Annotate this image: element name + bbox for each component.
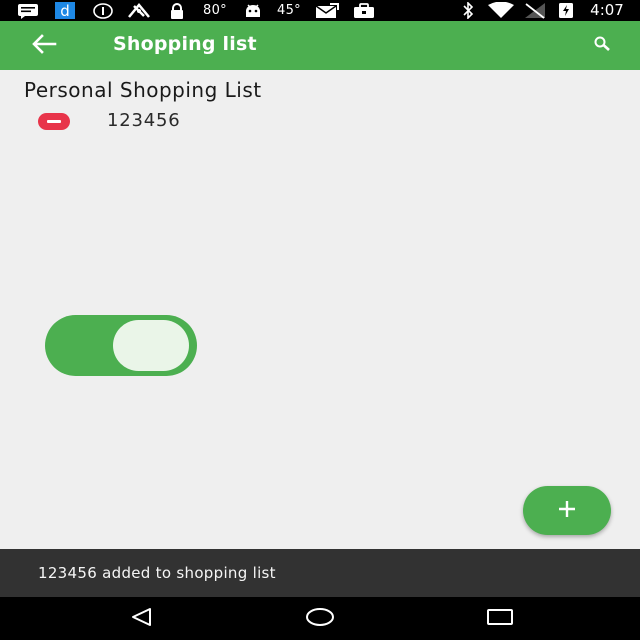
screen: d 80° 45° 4:07 Shopping list Personal Sh… <box>0 0 640 640</box>
navigation-bar <box>0 597 640 640</box>
clock: 4:07 <box>590 0 624 19</box>
bluetooth-icon <box>458 2 478 19</box>
message-icon <box>16 2 40 19</box>
home-circle-icon <box>304 606 336 632</box>
snackbar-message: 123456 added to shopping list <box>38 564 276 582</box>
lock-icon <box>168 2 186 19</box>
temperature-1: 80° <box>203 3 227 18</box>
battery-charging-icon <box>556 2 576 19</box>
toggle-switch[interactable] <box>45 315 197 376</box>
nav-recents-button[interactable] <box>480 605 520 633</box>
remove-button[interactable] <box>38 113 70 130</box>
briefcase-icon <box>352 2 376 19</box>
info-icon <box>92 2 114 19</box>
list-item[interactable]: 123456 <box>36 108 436 136</box>
app-title: Shopping list <box>113 33 257 55</box>
d-app-icon: d <box>54 2 76 19</box>
app-bar: Shopping list <box>0 21 640 70</box>
list-title: Personal Shopping List <box>24 78 262 102</box>
mail-icon <box>314 2 340 19</box>
list-item-label: 123456 <box>107 110 181 131</box>
temperature-2: 45° <box>277 3 301 18</box>
nav-back-button[interactable] <box>121 605 161 633</box>
add-item-button[interactable] <box>523 486 611 535</box>
back-button[interactable] <box>24 29 64 63</box>
wifi-icon <box>486 2 516 19</box>
status-bar: d 80° 45° 4:07 <box>0 0 640 21</box>
plus-icon <box>556 498 578 524</box>
search-button[interactable] <box>585 31 619 61</box>
back-triangle-icon <box>128 606 154 632</box>
toggle-knob <box>113 320 189 371</box>
android-icon <box>242 2 264 19</box>
arrow-back-icon <box>31 34 57 58</box>
nav-home-button[interactable] <box>300 605 340 633</box>
svg-text:d: d <box>60 2 70 19</box>
recents-square-icon <box>486 607 514 631</box>
remove-circle-icon <box>47 120 61 123</box>
fan-icon <box>124 2 154 19</box>
snackbar: 123456 added to shopping list <box>0 549 640 597</box>
search-icon <box>593 36 611 56</box>
no-signal-icon <box>522 2 548 19</box>
